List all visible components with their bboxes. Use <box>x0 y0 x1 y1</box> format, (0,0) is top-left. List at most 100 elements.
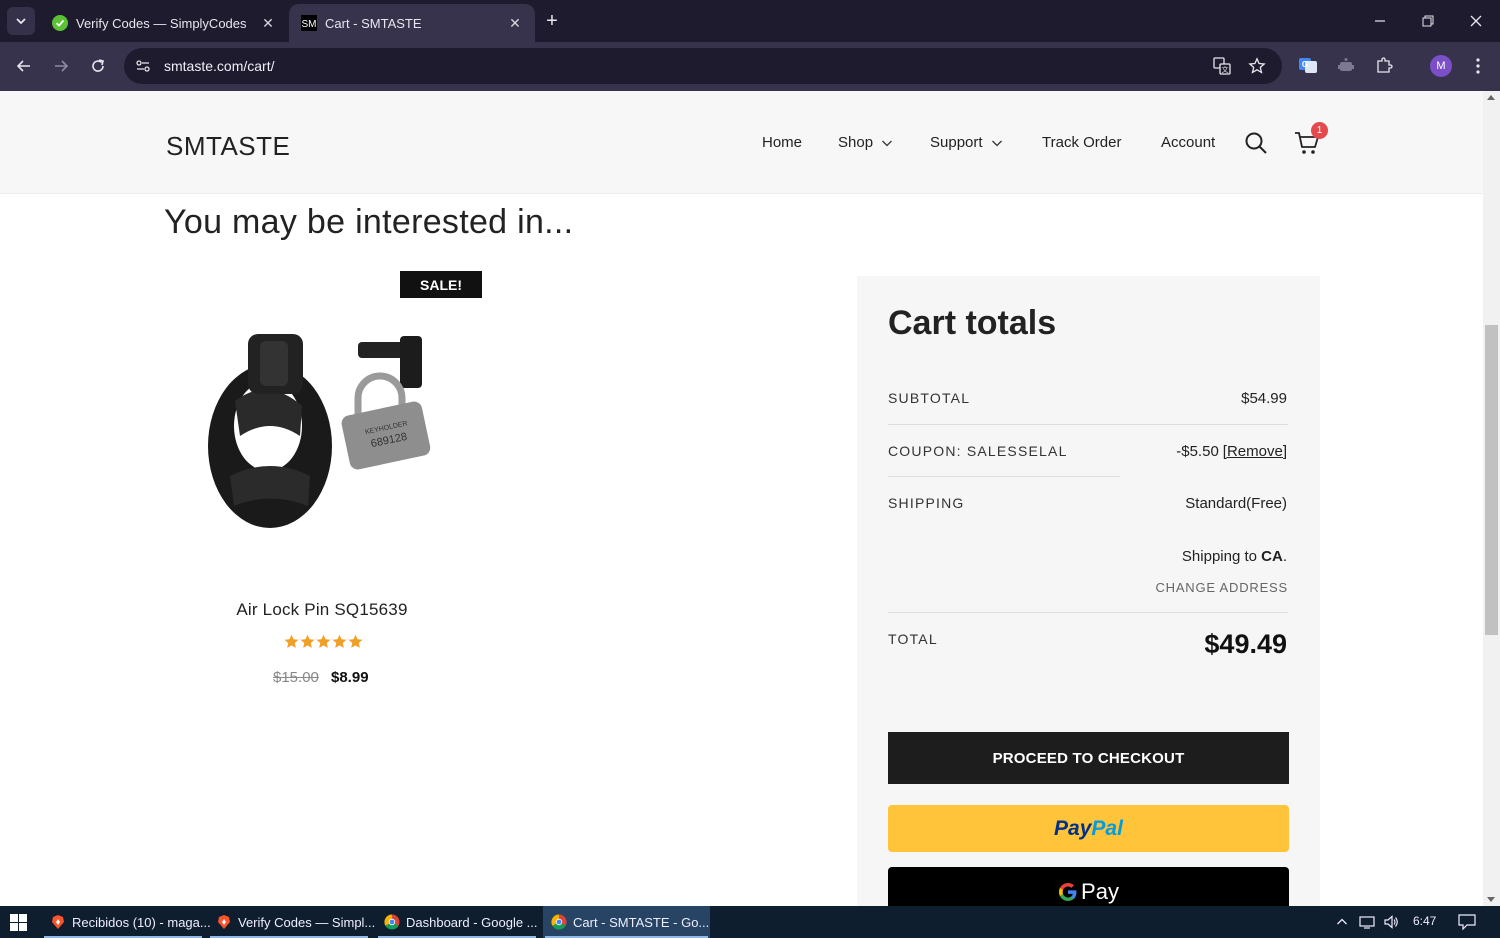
tab-search-button[interactable] <box>7 7 35 35</box>
total-label: TOTAL <box>888 631 938 647</box>
divider <box>888 424 1288 425</box>
star-icon <box>316 634 331 648</box>
tray-overflow-chevron-icon[interactable] <box>1334 914 1350 930</box>
coupon-label: COUPON: SALESSELAL <box>888 443 1068 459</box>
product-old-price: $15.00 <box>273 669 319 686</box>
nav-home[interactable]: Home <box>762 134 802 151</box>
bookmark-star-icon[interactable] <box>1248 57 1266 75</box>
nav-label: Support <box>930 134 983 151</box>
svg-text:SM: SM <box>302 19 317 30</box>
site-info-icon[interactable] <box>134 57 152 75</box>
shipping-label: SHIPPING <box>888 495 965 511</box>
product-rating <box>284 634 363 650</box>
windows-start-icon[interactable] <box>10 914 27 931</box>
page-scrollbar[interactable] <box>1483 91 1500 906</box>
taskbar-item-chrome-cart[interactable]: Cart - SMTASTE - Go... <box>543 906 710 938</box>
paypal-logo-pal: Pal <box>1091 816 1123 840</box>
nav-support[interactable]: Support <box>930 134 1003 151</box>
cart-totals-title: Cart totals <box>888 304 1057 342</box>
remove-coupon-link[interactable]: [Remove] <box>1223 443 1287 460</box>
close-tab-icon[interactable]: ✕ <box>507 15 523 31</box>
taskbar-item-brave-mail[interactable]: Recibidos (10) - maga... <box>42 906 211 938</box>
taskbar-item-label: Cart - SMTASTE - Go... <box>573 914 710 930</box>
tab-title: Verify Codes — SimplyCodes <box>76 15 247 31</box>
tab-bar: Verify Codes — SimplyCodes ✕ SM Cart - S… <box>0 0 1500 42</box>
chevron-down-icon <box>882 140 893 146</box>
tab-title: Cart - SMTASTE <box>325 15 422 31</box>
address-bar[interactable]: smtaste.com/cart/ 文 <box>124 48 1282 84</box>
scroll-up-arrow-icon[interactable] <box>1487 95 1495 100</box>
star-icon <box>284 634 299 648</box>
star-icon <box>348 634 363 648</box>
site-logo[interactable]: SMTASTE <box>166 131 290 162</box>
svg-text:文: 文 <box>1222 65 1229 74</box>
total-value: $49.49 <box>1204 629 1287 659</box>
nav-account[interactable]: Account <box>1161 134 1215 151</box>
chevron-down-icon <box>991 140 1002 146</box>
close-window-icon[interactable] <box>1463 8 1489 34</box>
brave-icon <box>218 915 230 929</box>
shipping-to-text: Shipping to <box>1181 548 1257 565</box>
brave-icon <box>52 915 64 929</box>
page-viewport: SMTASTE Home Shop Support Track Order Ac… <box>0 91 1483 906</box>
recommendations-title: You may be interested in... <box>164 203 574 241</box>
chrome-icon <box>551 914 567 930</box>
taskbar-item-brave-verify[interactable]: Verify Codes — Simpl... <box>208 906 375 938</box>
proceed-to-checkout-button[interactable]: PROCEED TO CHECKOUT <box>888 732 1289 784</box>
subtotal-label: SUBTOTAL <box>888 390 971 406</box>
new-tab-button[interactable]: + <box>542 11 562 31</box>
nav-label: Shop <box>838 134 874 151</box>
scroll-down-arrow-icon[interactable] <box>1487 897 1495 902</box>
nav-shop[interactable]: Shop <box>838 134 893 151</box>
simplycodes-favicon-icon <box>52 15 68 31</box>
forward-icon[interactable] <box>49 54 73 78</box>
shipping-country: CA <box>1261 548 1283 565</box>
close-tab-icon[interactable]: ✕ <box>260 15 276 31</box>
taskbar-item-label: Dashboard - Google ... <box>406 914 538 930</box>
nav-label: Account <box>1161 134 1216 151</box>
star-icon <box>300 634 315 648</box>
chevron-down-icon <box>16 18 26 25</box>
smtaste-favicon-icon: SM <box>301 15 317 31</box>
taskbar-item-label: Recibidos (10) - maga... <box>72 914 211 930</box>
product-image[interactable]: KEYHOLDER 689128 <box>190 306 450 546</box>
gpay-label: Pay <box>1081 879 1119 904</box>
nav-label: Home <box>762 134 803 151</box>
sale-badge: SALE! <box>400 271 482 298</box>
extensions-puzzle-icon[interactable] <box>1373 54 1395 76</box>
paypal-button[interactable]: Pay Pal <box>888 805 1289 852</box>
browser-toolbar: smtaste.com/cart/ 文 G M <box>0 42 1500 91</box>
volume-icon[interactable] <box>1383 914 1399 930</box>
translate-icon[interactable]: 文 <box>1213 57 1231 75</box>
nav-label: Track Order <box>1042 134 1122 151</box>
scrollbar-thumb[interactable] <box>1485 325 1498 635</box>
nav-track-order[interactable]: Track Order <box>1042 134 1121 151</box>
restore-icon[interactable] <box>1415 8 1441 34</box>
notifications-icon[interactable] <box>1458 914 1476 930</box>
taskbar-item-chrome-dashboard[interactable]: Dashboard - Google ... <box>376 906 538 938</box>
reload-icon[interactable] <box>86 54 110 78</box>
browser-menu-icon[interactable] <box>1469 54 1487 78</box>
product-name-link[interactable]: Air Lock Pin SQ15639 <box>172 600 472 620</box>
svg-text:G: G <box>1302 60 1308 69</box>
search-icon[interactable] <box>1244 131 1268 155</box>
back-icon[interactable] <box>12 54 36 78</box>
profile-avatar[interactable]: M <box>1430 55 1452 77</box>
shipping-destination: Shipping to CA. <box>1181 548 1287 565</box>
network-icon[interactable] <box>1359 914 1375 930</box>
taskbar-clock[interactable]: 6:47 <box>1413 914 1436 928</box>
paypal-logo-pay: Pay <box>1054 816 1092 840</box>
minimize-icon[interactable] <box>1367 8 1393 34</box>
change-address-link[interactable]: CHANGE ADDRESS <box>1155 580 1288 595</box>
url-text: smtaste.com/cart/ <box>164 58 275 74</box>
google-translate-extension-icon[interactable]: G <box>1297 54 1319 76</box>
tab-cart[interactable]: SM Cart - SMTASTE ✕ <box>289 4 535 42</box>
robot-extension-icon[interactable] <box>1335 54 1357 76</box>
cart-count-badge: 1 <box>1311 122 1328 139</box>
shipping-method: Standard(Free) <box>1185 495 1287 512</box>
divider <box>888 476 1120 477</box>
tab-simplycodes[interactable]: Verify Codes — SimplyCodes ✕ <box>40 4 288 42</box>
google-g-icon <box>1059 883 1077 901</box>
coupon-discount: -$5.50 <box>1176 443 1219 460</box>
google-pay-button[interactable]: Pay <box>888 867 1289 906</box>
